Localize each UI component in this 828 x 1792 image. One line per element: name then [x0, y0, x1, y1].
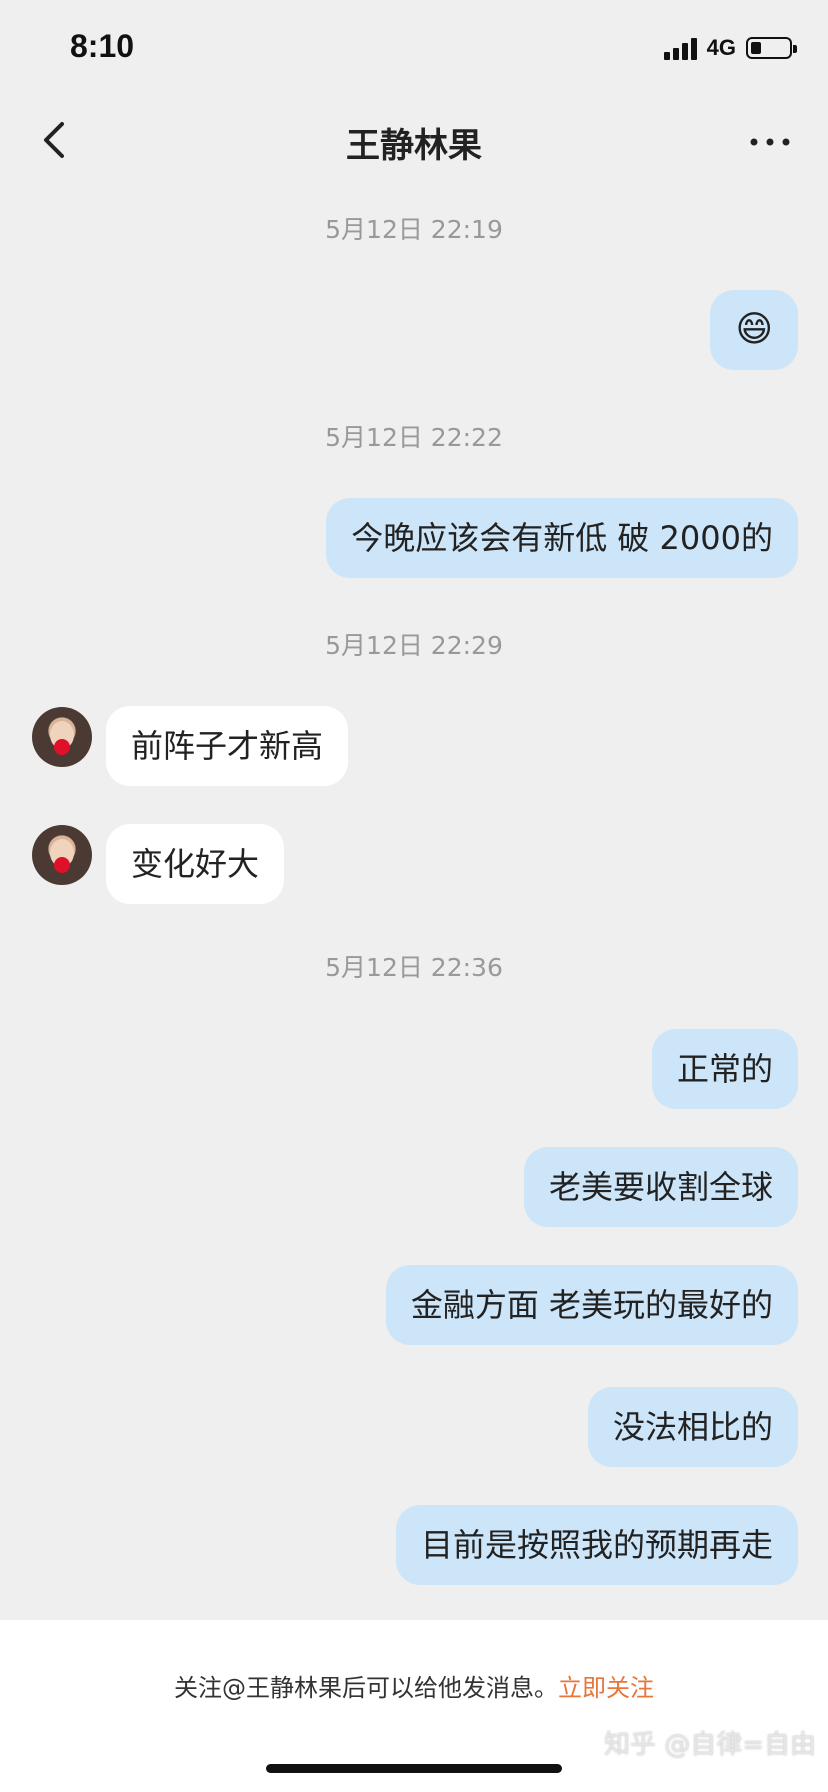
chat-title: 王静林果: [346, 126, 482, 166]
more-button[interactable]: [748, 122, 792, 162]
message-timestamp: 5月12日 22:29: [325, 631, 503, 660]
status-indicators: 4G: [663, 35, 797, 61]
cellular-signal-icon: [663, 36, 697, 60]
outgoing-message[interactable]: 没法相比的: [587, 1387, 798, 1467]
incoming-message[interactable]: 前阵子才新高: [106, 706, 349, 786]
incoming-message[interactable]: 变化好大: [106, 824, 285, 904]
grinning-emoji: 😄: [735, 309, 773, 350]
follow-now-link[interactable]: 立即关注: [558, 1674, 654, 1702]
follow-notice-text: 关注@王静林果后可以给他发消息。: [174, 1674, 558, 1702]
home-indicator[interactable]: [266, 1764, 562, 1773]
watermark: 知乎 @自律=自由: [603, 1730, 816, 1760]
status-bar: 8:10 4G: [0, 0, 828, 100]
contact-avatar[interactable]: [32, 707, 92, 767]
message-timestamp: 5月12日 22:19: [325, 215, 503, 244]
outgoing-message[interactable]: 老美要收割全球: [523, 1147, 798, 1227]
contact-avatar[interactable]: [32, 825, 92, 885]
outgoing-message[interactable]: 正常的: [651, 1029, 798, 1109]
outgoing-message[interactable]: 今晚应该会有新低 破 2000的: [326, 498, 798, 578]
follow-notice: 关注@王静林果后可以给他发消息。立即关注: [0, 1668, 828, 1703]
status-time: 8:10: [70, 28, 135, 64]
outgoing-message[interactable]: 金融方面 老美玩的最好的: [385, 1265, 798, 1345]
nav-bar: 王静林果: [0, 100, 828, 180]
outgoing-message[interactable]: 目前是按照我的预期再走: [395, 1505, 798, 1585]
outgoing-message[interactable]: 😄: [710, 290, 798, 370]
network-type: 4G: [706, 35, 736, 60]
follow-notice-bar: 关注@王静林果后可以给他发消息。立即关注 知乎 @自律=自由: [0, 1620, 828, 1792]
battery-icon: [746, 37, 797, 59]
message-timestamp: 5月12日 22:36: [325, 953, 503, 982]
message-timestamp: 5月12日 22:22: [325, 423, 503, 452]
more-dots-icon: [750, 138, 790, 146]
